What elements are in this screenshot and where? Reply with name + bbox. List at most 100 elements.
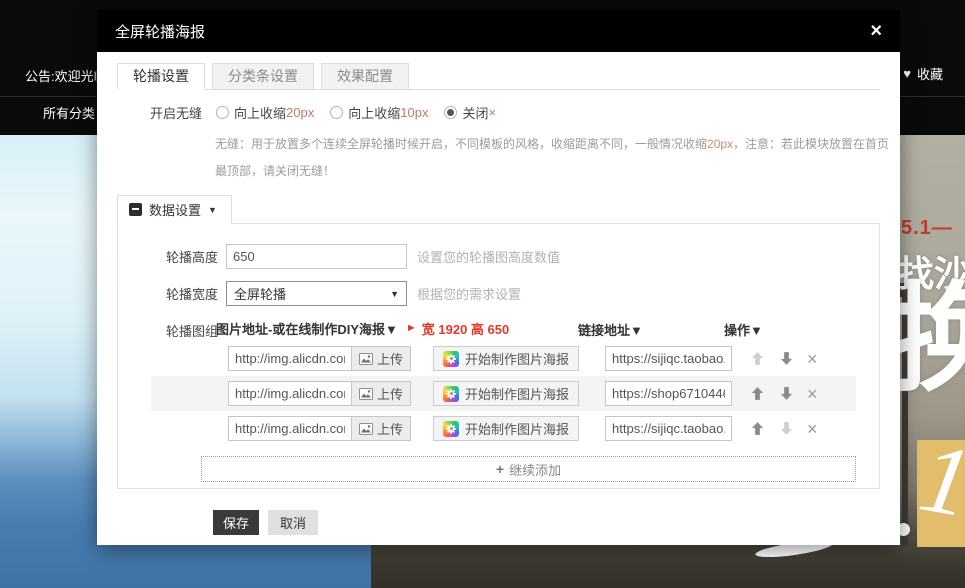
delete-row-icon[interactable]: × <box>807 350 818 368</box>
radio-label-suffix: 20px <box>286 105 314 120</box>
radio-label-suffix: 10px <box>400 105 428 120</box>
width-select[interactable]: 全屏轮播 ▼ <box>226 281 407 306</box>
carousel-width-row: 轮播宽度 全屏轮播 ▼ 根据您的需求设置 <box>118 281 879 306</box>
width-hint: 根据您的需求设置 <box>417 284 521 303</box>
nav-all-categories[interactable]: 所有分类 <box>43 103 95 122</box>
add-more-button[interactable]: + 继续添加 <box>201 456 856 482</box>
link-url-input[interactable] <box>605 416 732 441</box>
diy-poster-button[interactable]: 开始制作图片海报 <box>433 346 579 371</box>
radio-shrink-10px[interactable]: 向上收缩 10px <box>330 103 428 122</box>
dialog-title: 全屏轮播海报 <box>115 21 205 42</box>
dialog-footer: 保存 取消 <box>213 510 880 535</box>
cancel-button[interactable]: 取消 <box>268 510 318 535</box>
add-more-label: 继续添加 <box>509 460 561 479</box>
diy-label: 开始制作图片海报 <box>465 384 569 403</box>
move-down-icon[interactable] <box>779 421 794 436</box>
radio-label: 关闭 <box>462 103 488 122</box>
carousel-settings-dialog: 全屏轮播海报 × 轮播设置 分类条设置 效果配置 开启无缝 向上收缩 20px … <box>97 10 900 545</box>
radio-close-seamless[interactable]: 关闭 × <box>444 103 496 122</box>
group-label: 轮播图组 <box>118 321 218 340</box>
group-rows: 上传 开始制作图片海报 × <box>118 341 879 446</box>
help-line-1: 无缝：用于放置多个连续全屏轮播时候开启，不同模板的风格，收缩距离不同，一般情况收… <box>215 131 893 158</box>
announcement-text: 公告:欢迎光临 <box>25 66 100 85</box>
image-url-input[interactable] <box>228 416 352 441</box>
link-column-header[interactable]: 链接地址▼ <box>578 320 643 339</box>
move-down-icon[interactable] <box>779 386 794 401</box>
height-hint: 设置您的轮播图高度数值 <box>417 247 560 266</box>
size-requirement-note: 宽 1920 高 650 <box>422 319 509 338</box>
action-column-header[interactable]: 操作▼ <box>724 320 763 339</box>
collapse-minus-icon[interactable] <box>129 203 142 216</box>
dialog-tabbar: 轮播设置 分类条设置 效果配置 <box>117 62 880 90</box>
move-up-icon[interactable] <box>750 386 765 401</box>
arrow-right-icon: ► <box>406 322 417 334</box>
diy-poster-button[interactable]: 开始制作图片海报 <box>433 381 579 406</box>
radio-icon[interactable] <box>330 106 343 119</box>
gear-icon <box>443 421 459 437</box>
seamless-option-row: 开启无缝 向上收缩 20px 向上收缩 10px 关闭 × <box>150 103 880 122</box>
delete-row-icon[interactable]: × <box>807 420 818 438</box>
diy-label: 开始制作图片海报 <box>465 419 569 438</box>
tab-category-bar-settings[interactable]: 分类条设置 <box>212 63 314 90</box>
upload-button[interactable]: 上传 <box>352 381 411 406</box>
upload-button[interactable]: 上传 <box>352 416 411 441</box>
help-text-px: 20px <box>707 137 733 151</box>
banner-gold-box: 1 <box>917 440 965 547</box>
gear-icon <box>443 351 459 367</box>
picture-icon <box>359 388 373 400</box>
chevron-down-icon: ▼ <box>208 205 217 215</box>
banner-big-character: 换 <box>890 273 965 423</box>
tab-carousel-settings[interactable]: 轮播设置 <box>117 63 205 90</box>
height-input[interactable] <box>226 244 407 269</box>
image-url-input[interactable] <box>228 381 352 406</box>
upload-label: 上传 <box>377 384 403 403</box>
carousel-image-group: 轮播图组 图片地址-或在线制作DIY海报▼ ► 宽 1920 高 650 链接地… <box>118 319 879 482</box>
radio-label: 向上收缩 <box>348 103 400 122</box>
radio-label: 向上收缩 <box>234 103 286 122</box>
favorite-label: 收藏 <box>917 64 943 83</box>
seamless-help-text: 无缝：用于放置多个连续全屏轮播时候开启，不同模板的风格，收缩距离不同，一般情况收… <box>215 131 893 185</box>
banner-sale-tag: 5.1— <box>901 217 953 240</box>
width-select-value: 全屏轮播 <box>234 284 286 303</box>
plus-icon: + <box>496 461 504 477</box>
carousel-row-2: 上传 开始制作图片海报 × <box>151 376 856 411</box>
dialog-body: 轮播设置 分类条设置 效果配置 开启无缝 向上收缩 20px 向上收缩 10px… <box>97 52 900 535</box>
seamless-label: 开启无缝 <box>150 103 202 122</box>
close-icon[interactable]: × <box>870 21 882 41</box>
section-title: 数据设置 <box>149 200 201 219</box>
data-settings-section-toggle[interactable]: 数据设置 ▼ <box>117 195 232 224</box>
image-url-input[interactable] <box>228 346 352 371</box>
move-down-icon[interactable] <box>779 351 794 366</box>
help-text-b: ，注意：若此模块放置在首页 <box>733 137 889 151</box>
upload-label: 上传 <box>377 349 403 368</box>
chevron-down-icon: ▼ <box>390 289 399 299</box>
radio-icon[interactable] <box>216 106 229 119</box>
save-button[interactable]: 保存 <box>213 510 259 535</box>
diy-label: 开始制作图片海报 <box>465 349 569 368</box>
banner-script-glyph: 1 <box>917 440 965 534</box>
move-up-icon[interactable] <box>750 351 765 366</box>
image-column-header[interactable]: 图片地址-或在线制作DIY海报▼ <box>216 319 398 338</box>
tab-effect-config[interactable]: 效果配置 <box>321 63 409 90</box>
link-url-input[interactable] <box>605 381 732 406</box>
delete-row-icon[interactable]: × <box>807 385 818 403</box>
diy-poster-button[interactable]: 开始制作图片海报 <box>433 416 579 441</box>
move-up-icon[interactable] <box>750 421 765 436</box>
data-settings-panel: 轮播高度 设置您的轮播图高度数值 轮播宽度 全屏轮播 ▼ 根据您的需求设置 轮播… <box>117 223 880 489</box>
carousel-row-3: 上传 开始制作图片海报 × <box>151 411 856 446</box>
carousel-height-row: 轮播高度 设置您的轮播图高度数值 <box>118 244 879 269</box>
carousel-row-1: 上传 开始制作图片海报 × <box>151 341 856 376</box>
radio-icon-checked[interactable] <box>444 106 457 119</box>
group-header-row: 图片地址-或在线制作DIY海报▼ ► 宽 1920 高 650 链接地址▼ 操作… <box>216 319 879 337</box>
help-text-a: 无缝：用于放置多个连续全屏轮播时候开启，不同模板的风格，收缩距离不同，一般情况收… <box>215 137 707 151</box>
height-label: 轮播高度 <box>118 247 218 266</box>
dialog-titlebar: 全屏轮播海报 × <box>97 10 900 52</box>
picture-icon <box>359 353 373 365</box>
gear-icon <box>443 386 459 402</box>
link-url-input[interactable] <box>605 346 732 371</box>
heart-icon: ♥ <box>903 66 911 81</box>
favorite-link[interactable]: ♥ 收藏 <box>903 64 943 83</box>
picture-icon <box>359 423 373 435</box>
upload-button[interactable]: 上传 <box>352 346 411 371</box>
radio-shrink-20px[interactable]: 向上收缩 20px <box>216 103 314 122</box>
